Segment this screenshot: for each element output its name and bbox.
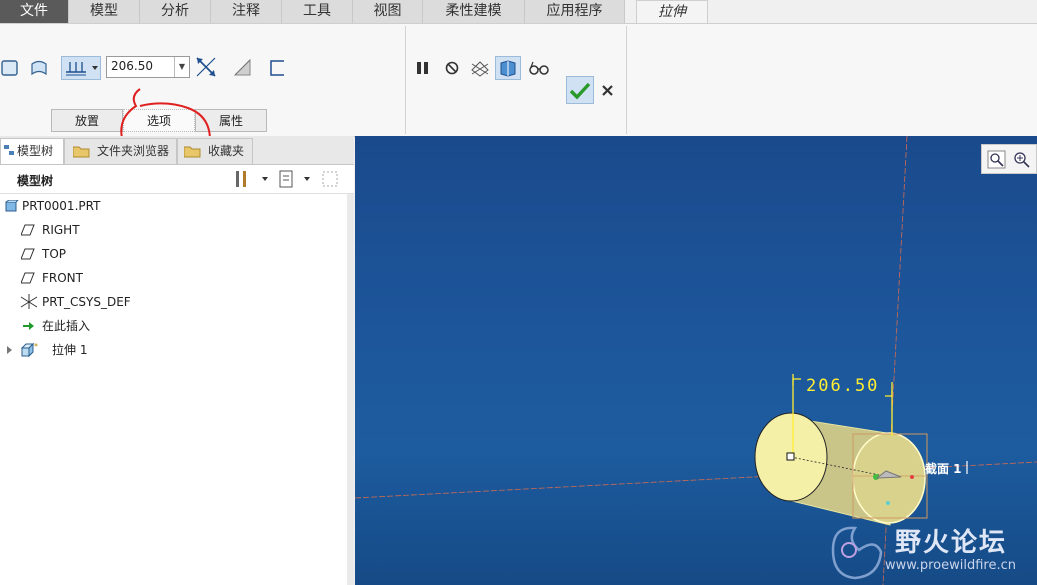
tree-title: 模型树 — [17, 174, 54, 188]
glasses-icon — [529, 61, 549, 75]
close-icon — [602, 85, 613, 96]
solid-button[interactable] — [0, 56, 24, 80]
menu-bar: 文件 模型 分析 注释 工具 视图 柔性建模 应用程序 拉伸 — [0, 0, 1037, 24]
checkmark-icon — [569, 82, 591, 100]
watermark-title: 野火论坛 — [895, 528, 1008, 558]
menu-tab-file[interactable]: 文件 — [0, 0, 69, 23]
show-dropdown[interactable] — [276, 169, 316, 189]
verify-mode-button[interactable] — [495, 56, 521, 80]
forum-watermark: 野火论坛 www.proewildfire.cn — [825, 518, 1037, 585]
section-label: 截面 1 — [925, 462, 962, 476]
tab-folder-browser[interactable]: 文件夹浏览器 — [64, 138, 177, 164]
no-preview-button[interactable] — [440, 56, 464, 80]
cancel-button[interactable] — [597, 80, 621, 104]
svg-text:*: * — [34, 342, 38, 351]
remove-material-button[interactable] — [231, 56, 255, 80]
filter-icon — [322, 171, 338, 187]
expand-arrow-icon[interactable] — [6, 344, 14, 356]
tab-favorites[interactable]: 收藏夹 — [177, 138, 253, 164]
tree-item-label: 拉伸 1 — [52, 343, 88, 357]
datum-plane-icon — [21, 224, 35, 236]
preview-icon — [471, 61, 489, 77]
tree-item-label: 在此插入 — [42, 319, 91, 333]
tree-item-label: PRT_CSYS_DEF — [42, 295, 131, 309]
datum-plane-icon — [21, 272, 35, 284]
depth-value-input[interactable]: 206.50 ▼ — [106, 56, 190, 78]
preview-button[interactable] — [468, 56, 492, 80]
tree-header: 模型树 — [0, 165, 354, 194]
menu-tab-analysis[interactable]: 分析 — [140, 0, 211, 23]
tab-folder-browser-label: 文件夹浏览器 — [97, 144, 170, 158]
zoom-in-button[interactable] — [1011, 149, 1033, 171]
depth-option-button[interactable] — [61, 56, 101, 80]
no-preview-icon — [445, 61, 459, 75]
surface-icon — [31, 60, 47, 76]
tab-favorites-label: 收藏夹 — [208, 144, 245, 158]
tab-model-tree-label: 模型树 — [17, 144, 54, 158]
settings-dropdown[interactable] — [232, 169, 272, 189]
menu-tab-model[interactable]: 模型 — [69, 0, 140, 23]
menu-tab-flexible-modeling[interactable]: 柔性建模 — [423, 0, 525, 23]
chevron-down-icon — [92, 66, 98, 70]
tree-item-label: TOP — [42, 247, 67, 261]
menu-tab-tools[interactable]: 工具 — [282, 0, 353, 23]
thicken-sketch-icon — [270, 60, 284, 76]
forum-logo-icon — [831, 526, 883, 580]
solid-icon — [1, 60, 18, 76]
tree-item-label: PRT0001.PRT — [22, 199, 101, 213]
menu-tab-applications[interactable]: 应用程序 — [525, 0, 625, 23]
flip-direction-icon — [196, 57, 216, 77]
zoom-in-icon — [1014, 152, 1030, 168]
glasses-view-button[interactable] — [527, 56, 551, 80]
part-icon — [5, 200, 19, 212]
chevron-down-icon[interactable]: ▼ — [174, 57, 189, 77]
datum-plane-icon — [21, 248, 35, 260]
dimension-label[interactable]: 206.50 — [806, 376, 879, 396]
zoom-fit-button[interactable] — [986, 149, 1008, 171]
remove-material-icon — [233, 58, 251, 76]
tree-filter-button[interactable] — [320, 169, 344, 189]
pause-button[interactable] — [411, 56, 435, 80]
ribbon-divider — [405, 26, 406, 134]
menu-tab-annotate[interactable]: 注释 — [211, 0, 282, 23]
model-tree-panel: 模型树 文件夹浏览器 收藏夹 模型树 PRT0001.PRT RIGHT TOP… — [0, 136, 354, 585]
csys-icon — [20, 294, 38, 309]
menu-tab-extrude[interactable]: 拉伸 — [636, 0, 708, 24]
panel-scrollbar[interactable] — [347, 194, 354, 585]
drag-handle — [786, 452, 795, 461]
watermark-url: www.proewildfire.cn — [885, 558, 1016, 573]
view-toolbar — [981, 144, 1037, 174]
navigator-tabs: 模型树 文件夹浏览器 收藏夹 — [0, 136, 354, 165]
surface-button[interactable] — [28, 56, 52, 80]
list-icon — [279, 170, 310, 188]
confirm-check-wrap[interactable] — [566, 77, 594, 105]
verify-mode-icon — [500, 60, 516, 77]
pause-icon — [417, 62, 428, 74]
insert-here-icon — [23, 322, 34, 330]
thicken-sketch-button[interactable] — [266, 56, 290, 80]
favorites-folder-icon — [184, 146, 201, 158]
zoom-fit-icon — [987, 150, 1006, 169]
tab-model-tree[interactable]: 模型树 — [0, 138, 64, 164]
flip-direction-button[interactable] — [194, 55, 218, 79]
tree-item-label: RIGHT — [42, 223, 80, 237]
tools-icon — [236, 171, 268, 187]
tree-icon — [4, 145, 14, 155]
depth-value-text: 206.50 — [111, 59, 153, 73]
blind-depth-icon — [66, 62, 98, 76]
ribbon-divider — [626, 26, 627, 134]
extrude-icon: * — [21, 342, 38, 358]
menu-tab-view[interactable]: 视图 — [353, 0, 423, 23]
tree-item-label: FRONT — [42, 271, 83, 285]
folder-icon — [73, 146, 90, 158]
graphics-viewport[interactable]: 206.50 截面 1 野火论坛 www.proewildfire.cn — [355, 136, 1037, 585]
